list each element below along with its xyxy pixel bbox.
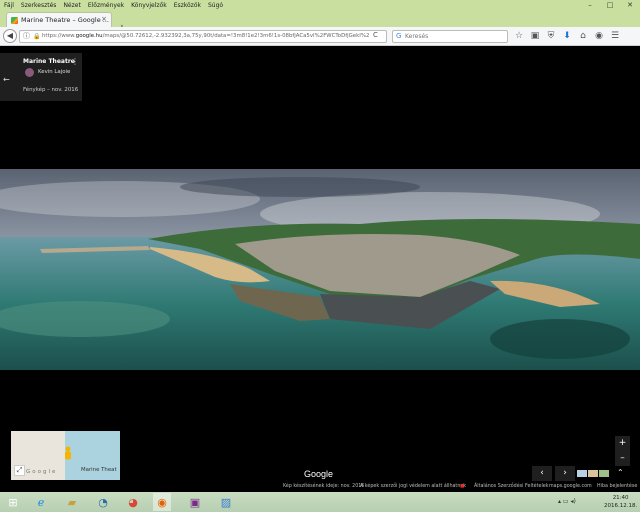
star-icon[interactable]: ☆ (514, 30, 524, 42)
next-photo-button[interactable]: › (555, 466, 575, 481)
search-input[interactable]: G Keresés (392, 30, 508, 43)
lock-icon: 🔒 (33, 33, 41, 40)
url-path: /maps/@50.72612,-2.932392,3a,75y,90t/dat… (102, 33, 370, 39)
menu-tools[interactable]: Eszközök (174, 2, 201, 9)
image-viewer-icon[interactable]: ▨ (217, 493, 235, 511)
close-window-button[interactable]: ✕ (620, 0, 640, 11)
download-icon[interactable]: ⬇ (562, 30, 572, 42)
home-icon[interactable]: ⌂ (578, 30, 588, 42)
photo-date: Fénykép – nov. 2016 (23, 87, 79, 93)
thumbnail-2[interactable] (588, 470, 598, 477)
pocket-icon[interactable]: ◉ (594, 30, 604, 42)
chrome-icon[interactable]: ◕ (124, 493, 142, 511)
menu-icon[interactable]: ☰ (610, 30, 620, 42)
search-engine-icon: G (396, 32, 402, 40)
maximize-button[interactable]: □ (600, 0, 620, 11)
reload-icon[interactable]: C (373, 31, 378, 39)
menu-bookmarks[interactable]: Könyvjelzők (131, 2, 167, 9)
window-controls: – □ ✕ (580, 0, 640, 11)
street-view[interactable]: ← Marine Theatre ⋮ Kevin Lajoie Fénykép … (0, 47, 640, 492)
start-button-icon[interactable]: ⊞ (4, 493, 22, 511)
photo-thumbnails[interactable] (577, 470, 609, 477)
capture-date-text: Kép készítésének ideje: nov. 2016 (283, 484, 365, 489)
info-icon[interactable]: ⓘ (23, 31, 30, 42)
internet-explorer-icon[interactable]: ℯ (32, 493, 50, 511)
url-bar[interactable]: ⓘ 🔒 https://www.google.hu/maps/@50.72612… (19, 30, 387, 43)
clock-date: 2016.12.18. (604, 503, 638, 509)
url-host: google.hu (75, 33, 103, 39)
mini-map[interactable]: Marine Theat Google ⤢ (11, 431, 120, 480)
media-player-icon[interactable]: ◔ (94, 493, 112, 511)
more-options-icon[interactable]: ⋮ (71, 57, 79, 66)
zoom-control: + – (615, 436, 630, 466)
zoom-in-button[interactable]: + (615, 436, 630, 451)
site-link[interactable]: maps.google.com (549, 484, 592, 489)
zoom-out-button[interactable]: – (615, 451, 630, 466)
screen: Fájl Szerkesztés Nézet Előzmények Könyvj… (0, 0, 640, 512)
back-button[interactable]: ◀ (3, 29, 17, 43)
back-arrow-icon[interactable]: ← (3, 75, 10, 84)
menu-bar: Fájl Szerkesztés Nézet Előzmények Könyvj… (0, 0, 640, 11)
taskbar: ⊞ ℯ ▰ ◔ ◕ ◉ ▣ ▨ ▴ ▭ ◂) 21:40 2016.12.18. (0, 492, 640, 512)
menu-view[interactable]: Nézet (63, 2, 80, 9)
tab-marine-theatre[interactable]: Marine Theatre – Google ... × (6, 12, 112, 27)
menu-help[interactable]: Súgó (208, 2, 223, 9)
panorama-image (0, 169, 640, 370)
terms-link[interactable]: Általános Szerződési Feltételek (474, 484, 549, 489)
google-logo: Google (304, 469, 334, 479)
report-problem-link[interactable]: Hiba bejelentése (597, 484, 637, 489)
pegman-icon[interactable] (63, 446, 73, 460)
place-title[interactable]: Marine Theatre (23, 58, 75, 65)
panorama-photo[interactable] (0, 169, 640, 370)
clock-time: 21:40 (612, 495, 629, 501)
minimize-button[interactable]: – (580, 0, 600, 11)
thumbnail-1[interactable] (577, 470, 587, 477)
file-explorer-icon[interactable]: ▰ (63, 493, 81, 511)
tab-bar: Marine Theatre – Google ... × + (0, 11, 640, 34)
navigation-bar: ◀ ⓘ 🔒 https://www.google.hu/maps/@50.726… (0, 27, 640, 46)
author-avatar[interactable] (25, 68, 34, 77)
search-placeholder: Keresés (405, 33, 429, 40)
url-prefix: https://www. (42, 33, 76, 39)
tab-title: Marine Theatre – Google ... (21, 16, 109, 24)
expand-map-icon[interactable]: ⤢ (14, 465, 25, 476)
report-flag-icon[interactable]: ■ (460, 484, 465, 489)
prev-photo-button[interactable]: ‹ (532, 466, 552, 481)
mini-map-place-label: Marine Theat (81, 467, 117, 473)
expand-thumbnails-icon[interactable]: ⌃ (617, 468, 624, 477)
place-info-card: ← Marine Theatre ⋮ Kevin Lajoie Fénykép … (0, 53, 82, 101)
clock[interactable]: 21:40 2016.12.18. (604, 494, 637, 510)
thumbnail-3[interactable] (599, 470, 609, 477)
shield-icon[interactable]: ⛨ (546, 30, 556, 42)
menu-file[interactable]: Fájl (4, 2, 14, 9)
google-maps-favicon-icon (11, 16, 18, 24)
menu-edit[interactable]: Szerkesztés (21, 2, 57, 9)
map-footer: Kép készítésének ideje: nov. 2016 A képe… (0, 483, 640, 492)
copyright-text: A képek szerzői jogi védelem alatt állha… (360, 484, 467, 489)
system-tray-icons[interactable]: ▴ ▭ ◂) (558, 498, 576, 505)
author-name[interactable]: Kevin Lajoie (38, 69, 70, 75)
photo-navigation: ‹ › (532, 466, 578, 481)
toolbar-icons: ☆ ▣ ⛨ ⬇ ⌂ ◉ ☰ (514, 30, 620, 43)
mini-map-google-logo: Google (26, 469, 58, 475)
floppy-disk-icon[interactable]: ▣ (186, 493, 204, 511)
tab-close-icon[interactable]: × (101, 15, 107, 23)
menu-history[interactable]: Előzmények (88, 2, 124, 9)
firefox-icon[interactable]: ◉ (153, 493, 171, 511)
clipboard-icon[interactable]: ▣ (530, 30, 540, 42)
